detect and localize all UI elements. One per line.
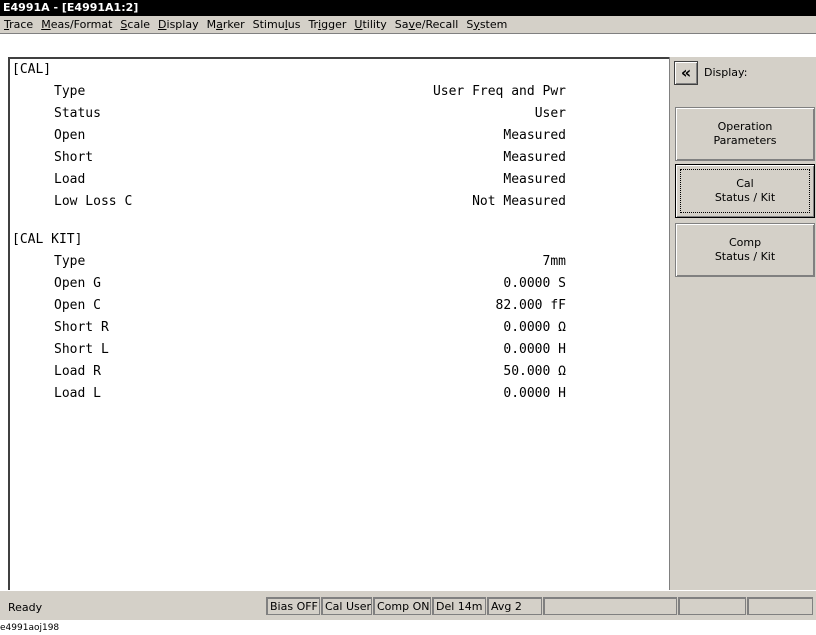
- calkit-row-label: Load R: [54, 364, 101, 379]
- menu-system[interactable]: System: [462, 16, 511, 34]
- calkit-row-label: Open C: [54, 298, 101, 313]
- status-avg: Avg 2: [487, 597, 542, 615]
- status-empty-3: [747, 597, 813, 615]
- calkit-row-label: Open G: [54, 276, 101, 291]
- menu-scale[interactable]: Scale: [116, 16, 154, 34]
- menu-save-recall[interactable]: Save/Recall: [391, 16, 463, 34]
- calkit-row-value: 0.0000 H: [503, 386, 566, 401]
- calkit-row-label: Short L: [54, 342, 109, 357]
- softkey-label-line2: Status / Kit: [714, 191, 776, 204]
- softkey-cal-status-kit[interactable]: Cal Status / Kit: [675, 164, 815, 218]
- status-comp: Comp ON: [373, 597, 431, 615]
- softkey-label-line1: Operation: [717, 120, 773, 133]
- cal-row-label: Short: [54, 150, 94, 165]
- softkey-comp-status-kit[interactable]: Comp Status / Kit: [675, 223, 815, 277]
- softkey-panel: « Display: Operation Parameters Cal Stat…: [669, 57, 816, 590]
- calkit-row-value: 0.0000 H: [503, 342, 566, 357]
- calkit-row-value: 7mm: [542, 254, 566, 269]
- menu-meas-format[interactable]: Meas/Format: [37, 16, 116, 34]
- menu-trigger[interactable]: Trigger: [304, 16, 350, 34]
- cal-section-header: [CAL]: [12, 62, 52, 77]
- softkey-operation-parameters[interactable]: Operation Parameters: [675, 107, 815, 161]
- collapse-panel-icon[interactable]: «: [674, 61, 698, 85]
- status-cal: Cal User: [321, 597, 372, 615]
- calkit-row-value: 0.0000 Ω: [503, 320, 566, 335]
- menu-bar: Trace Meas/Format Scale Display Marker S…: [0, 16, 816, 34]
- cal-row-value: Not Measured: [472, 194, 566, 209]
- cal-status-display: [CAL] Type User Freq and Pwr Status User…: [8, 57, 669, 590]
- cal-row-label: Status: [54, 106, 101, 121]
- calkit-row-value: 0.0000 S: [503, 276, 566, 291]
- cal-row-value: User: [534, 106, 566, 121]
- window-title: E4991A - [E4991A1:2]: [0, 0, 816, 16]
- softkey-label-line2: Parameters: [713, 134, 777, 147]
- status-empty-2: [678, 597, 746, 615]
- menu-utility[interactable]: Utility: [350, 16, 390, 34]
- menu-display[interactable]: Display: [154, 16, 203, 34]
- calkit-row-label: Short R: [54, 320, 109, 335]
- calkit-row-label: Type: [54, 254, 86, 269]
- status-bias: Bias OFF: [266, 597, 320, 615]
- menu-stimulus[interactable]: Stimulus: [249, 16, 305, 34]
- cal-row-label: Type: [54, 84, 86, 99]
- calkit-row-value: 50.000 Ω: [503, 364, 566, 379]
- status-bar: Ready Bias OFF Cal User Comp ON Del 14m …: [0, 590, 816, 620]
- status-delay: Del 14m: [432, 597, 486, 615]
- cal-row-value: User Freq and Pwr: [432, 84, 566, 99]
- softkey-label-line2: Status / Kit: [714, 250, 776, 263]
- cal-row-value: Measured: [503, 128, 566, 143]
- panel-title: Display:: [704, 66, 748, 79]
- figure-caption: e4991aoj198: [0, 623, 60, 633]
- cal-row-label: Load: [54, 172, 86, 187]
- cal-row-label: Low Loss C: [54, 194, 133, 209]
- status-ready: Ready: [8, 601, 43, 614]
- calkit-row-label: Load L: [54, 386, 101, 401]
- status-empty-1: [543, 597, 677, 615]
- softkey-label-line1: Comp: [728, 236, 762, 249]
- cal-row-label: Open: [54, 128, 86, 143]
- calkit-row-value: 82.000 fF: [495, 298, 566, 313]
- cal-row-value: Measured: [503, 150, 566, 165]
- menu-trace[interactable]: Trace: [0, 16, 37, 34]
- softkey-label-line1: Cal: [736, 177, 754, 190]
- calkit-section-header: [CAL KIT]: [12, 232, 83, 247]
- menu-marker[interactable]: Marker: [203, 16, 249, 34]
- cal-row-value: Measured: [503, 172, 566, 187]
